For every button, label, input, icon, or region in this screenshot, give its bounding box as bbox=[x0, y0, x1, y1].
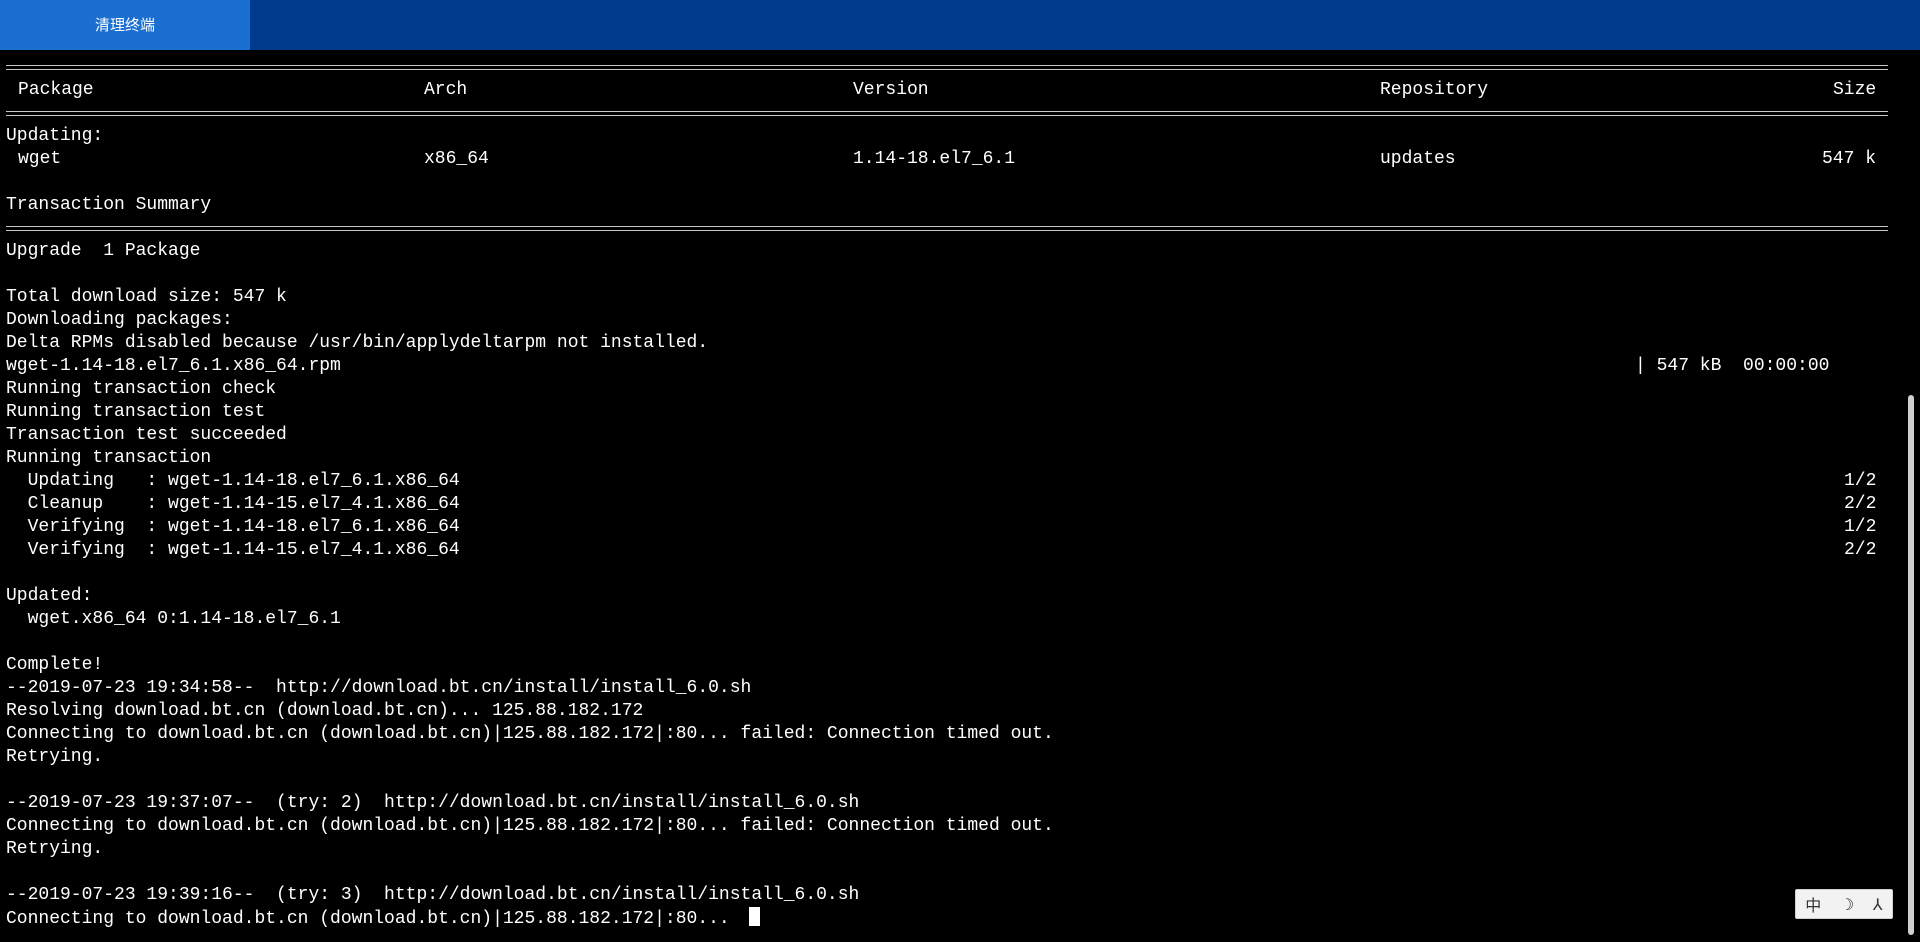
rpm-progress: | 547 kB 00:00:00 bbox=[1635, 356, 1830, 376]
downloading-line: Downloading packages: bbox=[6, 310, 233, 330]
succeeded-line: Transaction test succeeded bbox=[6, 425, 287, 445]
summary-label: Transaction Summary bbox=[6, 195, 212, 215]
row-version: 1.14-18.el7_6.1 bbox=[853, 149, 1016, 169]
vertical-scrollbar[interactable] bbox=[1904, 50, 1918, 942]
current-line-text: Connecting to download.bt.cn (download.b… bbox=[6, 909, 741, 929]
test-line: Running transaction test bbox=[6, 402, 266, 422]
log-line: Retrying. bbox=[6, 839, 104, 859]
table-header: Package Arch Version Repository Size bbox=[6, 79, 1886, 102]
log-line: Retrying. bbox=[6, 747, 104, 767]
transaction-step: Verifying : wget-1.14-15.el7_4.1.x86_64 … bbox=[6, 540, 1877, 560]
header-package: Package bbox=[18, 80, 94, 100]
row-repository: updates bbox=[1380, 149, 1456, 169]
log-line: Resolving download.bt.cn (download.bt.cn… bbox=[6, 701, 644, 721]
log-line: --2019-07-23 19:37:07-- (try: 2) http://… bbox=[6, 793, 860, 813]
header-arch: Arch bbox=[424, 80, 468, 100]
header-version: Version bbox=[853, 80, 929, 100]
ime-toolbar[interactable]: 中 ☽ ⅄ bbox=[1795, 889, 1893, 919]
log-line: --2019-07-23 19:34:58-- http://download.… bbox=[6, 678, 752, 698]
updated-label: Updated: bbox=[6, 586, 93, 606]
running-line: Running transaction bbox=[6, 448, 212, 468]
header-size: Size bbox=[1833, 80, 1877, 100]
table-row: wget x86_64 1.14-18.el7_6.1 updates 547 … bbox=[6, 148, 1886, 171]
transaction-step: Cleanup : wget-1.14-15.el7_4.1.x86_64 2/… bbox=[6, 494, 1877, 514]
ime-moon-icon[interactable]: ☽ bbox=[1840, 895, 1854, 914]
transaction-step: Verifying : wget-1.14-18.el7_6.1.x86_64 … bbox=[6, 517, 1877, 537]
row-arch: x86_64 bbox=[424, 149, 489, 169]
row-size: 547 k bbox=[1822, 149, 1877, 169]
row-package: wget bbox=[18, 149, 62, 169]
delta-line: Delta RPMs disabled because /usr/bin/app… bbox=[6, 333, 709, 353]
updated-package: wget.x86_64 0:1.14-18.el7_6.1 bbox=[6, 609, 341, 629]
separator-line bbox=[6, 217, 1888, 240]
current-prompt-line: Connecting to download.bt.cn (download.b… bbox=[6, 907, 1886, 930]
rpm-file: wget-1.14-18.el7_6.1.x86_64.rpm bbox=[6, 356, 341, 376]
clear-terminal-button[interactable]: 清理终端 bbox=[0, 0, 250, 50]
separator-line bbox=[6, 56, 1888, 79]
transaction-step: Updating : wget-1.14-18.el7_6.1.x86_64 1… bbox=[6, 471, 1877, 491]
upgrade-line: Upgrade 1 Package bbox=[6, 241, 201, 261]
terminal-app: 清理终端 Package Arch Version Repository Siz… bbox=[0, 0, 1920, 942]
terminal-output[interactable]: Package Arch Version Repository Size Upd… bbox=[0, 50, 1900, 942]
ime-mode-icon[interactable]: ⅄ bbox=[1873, 895, 1883, 914]
total-size-line: Total download size: 547 k bbox=[6, 287, 287, 307]
updating-label: Updating: bbox=[6, 126, 104, 146]
top-toolbar: 清理终端 bbox=[0, 0, 1920, 50]
text-cursor bbox=[748, 907, 760, 926]
check-line: Running transaction check bbox=[6, 379, 277, 399]
separator-line bbox=[6, 102, 1888, 125]
log-line: --2019-07-23 19:39:16-- (try: 3) http://… bbox=[6, 885, 860, 905]
scrollbar-thumb[interactable] bbox=[1908, 395, 1914, 935]
complete-line: Complete! bbox=[6, 655, 104, 675]
header-repository: Repository bbox=[1380, 80, 1489, 100]
log-line: Connecting to download.bt.cn (download.b… bbox=[6, 724, 1054, 744]
ime-chinese-icon[interactable]: 中 bbox=[1805, 892, 1821, 916]
rpm-download-line: wget-1.14-18.el7_6.1.x86_64.rpm | 547 kB… bbox=[6, 355, 1886, 378]
log-line: Connecting to download.bt.cn (download.b… bbox=[6, 816, 1054, 836]
